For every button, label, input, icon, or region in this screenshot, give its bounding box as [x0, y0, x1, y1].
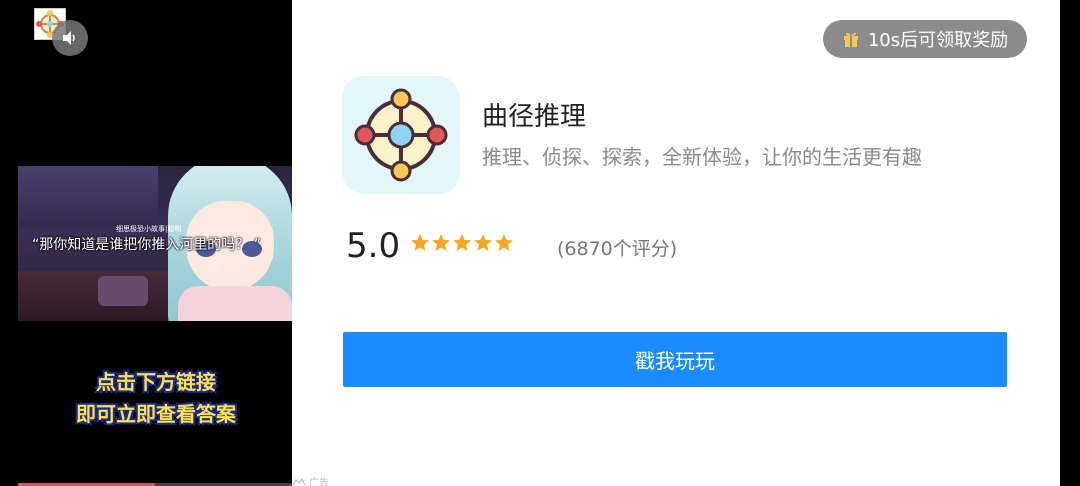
- video-caption: “那你知道是谁把你推入河里的吗？ ”: [32, 237, 261, 253]
- play-now-button[interactable]: 戳我玩玩: [343, 332, 1007, 387]
- promo-text-line1: 点击下方链接: [96, 370, 216, 394]
- video-scene-table: [98, 276, 148, 306]
- right-black-strip: [1060, 0, 1080, 486]
- app-name: 曲径推理: [482, 102, 587, 132]
- compass-app-icon[interactable]: [342, 76, 460, 194]
- play-now-label: 戳我玩玩: [635, 349, 715, 373]
- promo-text-line2: 即可立即查看答案: [76, 402, 236, 426]
- speaker-icon[interactable]: [52, 20, 88, 56]
- gift-icon: [843, 32, 858, 47]
- star-icon: [495, 234, 513, 251]
- ad-label: 广告: [309, 478, 329, 486]
- ad-badge: 广告: [292, 474, 329, 486]
- video-ad-pane[interactable]: 细思极恐小故事|聪明 “那你知道是谁把你推入河里的吗？ ” 点击下方链接 即可立…: [0, 0, 292, 486]
- video-scene-window: [18, 166, 158, 226]
- reward-countdown-label: 10s后可领取奖励: [867, 30, 1009, 51]
- rating-score: 5.0: [346, 226, 401, 266]
- star-icon: [411, 234, 429, 251]
- ad-icon: [292, 477, 306, 485]
- rating-count: (6870个评分): [557, 238, 678, 260]
- app-description: 推理、侦探、探索，全新体验，让你的生活更有趣: [482, 145, 922, 169]
- video-caption-small: 细思极恐小故事|聪明: [116, 225, 182, 233]
- star-icon: [474, 234, 492, 251]
- reward-countdown-button[interactable]: 10s后可领取奖励: [823, 20, 1027, 58]
- character-body: [178, 286, 292, 321]
- star-icon: [453, 234, 471, 251]
- app-promo-card: 10s后可领取奖励 曲径推理 推理、侦探、探索，全新体验，让你的生活更有趣 5.…: [292, 0, 1060, 486]
- rating-stars: [410, 233, 514, 253]
- star-icon: [432, 234, 450, 251]
- video-frame[interactable]: 细思极恐小故事|聪明 “那你知道是谁把你推入河里的吗？ ”: [18, 166, 292, 321]
